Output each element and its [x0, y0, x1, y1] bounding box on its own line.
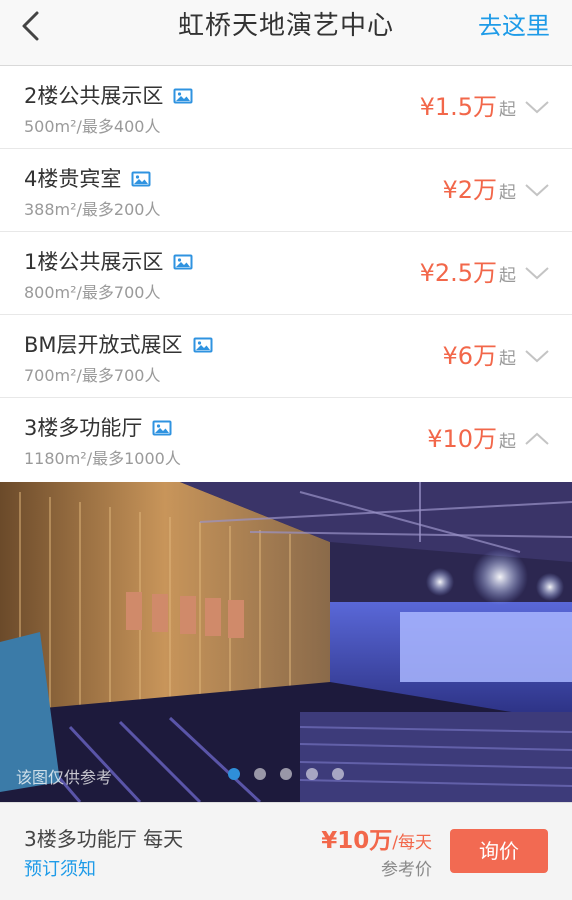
carousel-dot[interactable] [332, 768, 344, 780]
venue-price: ¥2.5万 [419, 259, 497, 287]
chevron-down-icon[interactable] [524, 347, 550, 365]
chevron-down-icon[interactable] [524, 98, 550, 116]
image-icon[interactable] [193, 337, 213, 353]
venue-price: ¥6万 [442, 342, 497, 370]
image-icon[interactable] [131, 171, 151, 187]
carousel-indicator [228, 768, 358, 780]
venue-row[interactable]: 1楼公共展示区 800m²/最多700人 ¥2.5万 起 [0, 232, 572, 315]
reference-price-label: 参考价 [381, 860, 432, 880]
image-icon[interactable] [173, 88, 193, 104]
venue-name: BM层开放式展区 [24, 333, 183, 357]
price-group: ¥6万 起 [442, 341, 516, 371]
price-suffix: 起 [499, 349, 516, 369]
venue-capacity: 500m²/最多400人 [24, 117, 161, 136]
price-group: ¥10万 起 [427, 424, 516, 454]
venue-name-group: 3楼多功能厅 [24, 414, 172, 442]
venue-price: ¥2万 [442, 176, 497, 204]
venue-row[interactable]: 4楼贵宾室 388m²/最多200人 ¥2万 起 [0, 149, 572, 232]
venue-name-group: 2楼公共展示区 [24, 82, 193, 110]
venue-name: 4楼贵宾室 [24, 167, 122, 191]
image-icon[interactable] [173, 254, 193, 270]
carousel-dot-active[interactable] [228, 768, 240, 780]
venue-name-group: 1楼公共展示区 [24, 248, 193, 276]
venue-capacity: 700m²/最多700人 [24, 366, 161, 385]
price-group: ¥2.5万 起 [420, 258, 516, 288]
price-group: ¥2万 起 [442, 175, 516, 205]
venue-row-expanded[interactable]: 3楼多功能厅 1180m²/最多1000人 ¥10万 起 [0, 398, 572, 481]
venue-name: 1楼公共展示区 [24, 250, 164, 274]
venue-list: 2楼公共展示区 500m²/最多400人 ¥1.5万 起 4楼贵宾室 388m²… [0, 66, 572, 481]
price-suffix: 起 [499, 183, 516, 203]
venue-row[interactable]: BM层开放式展区 700m²/最多700人 ¥6万 起 [0, 315, 572, 398]
selected-venue-label: 3楼多功能厅 每天 [24, 827, 184, 851]
navigate-here-link[interactable]: 去这里 [478, 8, 550, 44]
chevron-down-icon[interactable] [524, 264, 550, 282]
venue-capacity: 800m²/最多700人 [24, 283, 161, 302]
booking-footer: 3楼多功能厅 每天 预订须知 ¥10万 /每天 参考价 询价 [0, 802, 572, 900]
venue-name: 2楼公共展示区 [24, 84, 164, 108]
price-group: ¥1.5万 起 [420, 92, 516, 122]
venue-name: 3楼多功能厅 [24, 416, 143, 440]
footer-price-group: ¥10万 /每天 [321, 821, 432, 855]
venue-capacity: 1180m²/最多1000人 [24, 449, 181, 468]
venue-name-group: 4楼贵宾室 [24, 165, 151, 193]
venue-photo-carousel[interactable]: 该图仅供参考 [0, 482, 572, 802]
price-suffix: 起 [499, 100, 516, 120]
venue-capacity: 388m²/最多200人 [24, 200, 161, 219]
top-bar: 虹桥天地演艺中心 去这里 [0, 0, 572, 66]
photo-disclaimer: 该图仅供参考 [16, 768, 113, 787]
carousel-dot[interactable] [254, 768, 266, 780]
price-suffix: 起 [499, 266, 516, 286]
carousel-dot[interactable] [306, 768, 318, 780]
carousel-dot[interactable] [280, 768, 292, 780]
venue-photo [0, 482, 572, 802]
image-icon[interactable] [152, 420, 172, 436]
booking-notice-link[interactable]: 预订须知 [24, 855, 96, 881]
price-suffix: 起 [499, 432, 516, 452]
chevron-down-icon[interactable] [524, 181, 550, 199]
venue-price: ¥10万 [427, 425, 497, 453]
chevron-up-icon[interactable] [524, 430, 550, 448]
footer-price-unit: /每天 [392, 833, 432, 853]
venue-price: ¥1.5万 [419, 93, 497, 121]
inquiry-button[interactable]: 询价 [450, 829, 548, 873]
venue-row[interactable]: 2楼公共展示区 500m²/最多400人 ¥1.5万 起 [0, 66, 572, 149]
footer-price: ¥10万 [321, 828, 393, 854]
venue-name-group: BM层开放式展区 [24, 331, 213, 359]
